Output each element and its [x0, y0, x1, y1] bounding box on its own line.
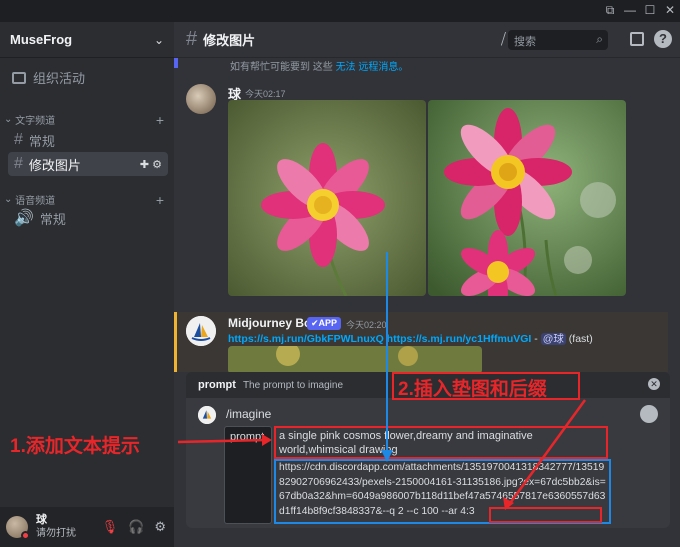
- attached-image[interactable]: [228, 346, 482, 374]
- channel-label: 常规: [39, 211, 66, 227]
- link[interactable]: https://s.mj.run/yc1HffmuVGI: [387, 333, 532, 345]
- annotation-step2: 2.插入垫图和后缀: [398, 379, 547, 400]
- annotation-step1: 1.添加文本提示: [10, 436, 140, 457]
- message-content: https://s.mj.run/GbkFPWLnuxQ https://s.m…: [228, 331, 593, 346]
- channel-header: # 修改图片 ⧸ 🔔 📌 👥 搜索 ⌕ ?: [174, 22, 680, 58]
- emoji-picker-icon[interactable]: [640, 405, 658, 423]
- chevron-down-icon: ⌄: [4, 194, 16, 205]
- restore-icon[interactable]: ⧉: [600, 3, 620, 18]
- system-note: 如有帮忙可能要到 这些 无法 远程消息。: [230, 58, 408, 73]
- category-voice-channels[interactable]: ⌄ 语音频道 +: [4, 192, 164, 208]
- link[interactable]: https://s.mj.run/GbkFPWLnuxQ: [228, 333, 384, 345]
- add-channel-icon[interactable]: +: [156, 112, 164, 128]
- channel-settings-icon[interactable]: ✚ ⚙: [140, 158, 162, 171]
- user-mention[interactable]: @球: [540, 333, 566, 345]
- prompt-highlight-box: [274, 426, 608, 459]
- search-placeholder: 搜索: [514, 36, 536, 48]
- calendar-icon: [12, 71, 26, 84]
- attached-image[interactable]: [428, 100, 626, 296]
- hash-icon: #: [14, 131, 23, 148]
- channel-label: 常规: [28, 133, 55, 149]
- user-status: 请勿打扰: [36, 528, 76, 539]
- avatar[interactable]: [186, 84, 216, 114]
- bot-avatar: [198, 406, 216, 424]
- user-panel: 球 请勿打扰 🎙 🎧 ⚙: [0, 507, 174, 547]
- close-icon[interactable]: ✕: [648, 378, 660, 390]
- inbox-icon[interactable]: [630, 32, 644, 46]
- help-icon[interactable]: ?: [654, 30, 672, 48]
- page-title: 修改图片: [203, 33, 256, 48]
- search-input[interactable]: 搜索 ⌕: [508, 30, 608, 50]
- separator: -: [531, 333, 541, 345]
- option-label: prompt: [230, 431, 265, 443]
- events-item[interactable]: 组织活动: [12, 68, 85, 87]
- maximize-button[interactable]: ☐: [640, 3, 660, 17]
- mic-muted-icon[interactable]: 🎙: [102, 519, 119, 535]
- app-badge: ✔APP: [307, 317, 342, 330]
- suffix-highlight-box: [489, 507, 602, 523]
- slash-command: /imagine: [226, 407, 272, 421]
- category-label: 文字频道: [15, 116, 56, 127]
- hash-icon: #: [14, 155, 23, 172]
- message-timestamp: 今天02:17: [245, 89, 286, 99]
- channel-item-edit-images[interactable]: # 修改图片 ✚ ⚙: [8, 152, 168, 176]
- channel-label: 修改图片: [28, 157, 81, 173]
- bot-avatar[interactable]: [186, 316, 216, 346]
- category-text-channels[interactable]: ⌄ 文字频道 +: [4, 112, 164, 128]
- search-icon: ⌕: [596, 32, 603, 46]
- headphones-icon[interactable]: 🎧: [128, 519, 144, 535]
- voice-channel-general[interactable]: 🔊 常规: [8, 206, 168, 230]
- dnd-status-icon: [21, 531, 30, 540]
- option-key: prompt: [198, 379, 236, 391]
- message-timestamp: 今天02:20: [346, 320, 387, 330]
- avatar[interactable]: [6, 516, 30, 540]
- unread-marker: [174, 58, 178, 68]
- category-label: 语音频道: [15, 196, 56, 207]
- option-description: The prompt to imagine: [242, 380, 344, 391]
- events-label: 组织活动: [33, 71, 86, 86]
- hash-icon: #: [186, 28, 198, 50]
- gear-icon[interactable]: ⚙: [154, 519, 166, 535]
- attached-image[interactable]: [228, 100, 426, 296]
- system-note-text: 如有帮忙可能要到 这些: [230, 62, 333, 73]
- mode-label: (fast): [565, 333, 593, 345]
- close-button[interactable]: ✕: [660, 3, 680, 17]
- server-header[interactable]: MuseFrog ⌄: [0, 22, 174, 58]
- chevron-down-icon: ⌄: [4, 114, 16, 125]
- title-bar: ⧉ — ☐ ✕: [0, 0, 680, 22]
- speaker-icon: 🔊: [14, 210, 34, 227]
- channel-sidebar: MuseFrog ⌄ 组织活动 ⌄ 文字频道 + # 常规 # 修改图片 ✚ ⚙…: [0, 22, 174, 547]
- chevron-down-icon[interactable]: ⌄: [154, 33, 164, 47]
- user-name: 球: [36, 514, 47, 526]
- system-note-link[interactable]: 无法 远程消息。: [336, 62, 409, 73]
- channel-item-general[interactable]: # 常规: [8, 128, 168, 152]
- message-author[interactable]: Midjourney Bot: [228, 316, 315, 330]
- server-name: MuseFrog: [10, 32, 73, 47]
- threads-icon[interactable]: ⧸: [501, 31, 506, 49]
- minimize-button[interactable]: —: [620, 3, 640, 17]
